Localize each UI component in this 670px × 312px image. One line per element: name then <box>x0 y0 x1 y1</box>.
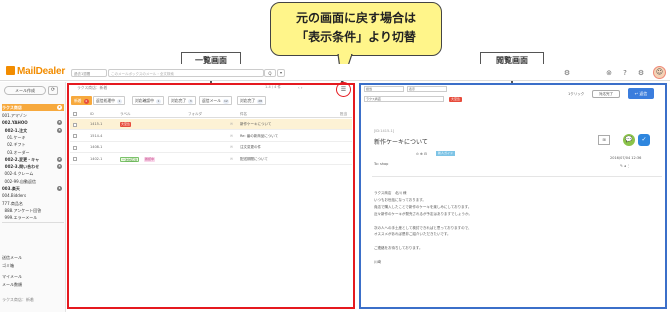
compose-label: メール作成 <box>15 88 35 93</box>
sidebar-item-label: 001.アマゾン <box>2 113 27 118</box>
sidebar-item[interactable]: 002-3.問い合わせ 4 <box>2 163 64 170</box>
sidebar-item-label: 002.YAHOO <box>2 120 28 126</box>
sidebar-item[interactable]: 002-2.変更・キャ 2 <box>2 156 64 163</box>
sidebar-item-mymail[interactable]: マイメール <box>2 273 64 280</box>
sidebar-item[interactable]: 02.ギフト <box>2 141 64 148</box>
sidebar-item[interactable]: 002-99.自動返信 <box>2 178 64 185</box>
sidebar-item[interactable]: 002-1.注文 3 <box>2 127 64 134</box>
logo-mark-icon <box>6 66 15 75</box>
sidebar-item-label: 004.Bidders <box>2 193 27 199</box>
sidebar-item-trash[interactable]: ゴミ箱 <box>2 262 64 269</box>
sidebar-item-count[interactable]: メール数順 <box>2 281 64 288</box>
sidebar-badge: 4 <box>57 164 62 170</box>
search-period-select[interactable]: 過去1週間 <box>71 69 107 77</box>
sidebar-item[interactable]: 003.楽天 1 <box>2 185 64 192</box>
sidebar-item-label: 003.楽天 <box>2 186 20 191</box>
logo: MailDealer <box>6 66 65 79</box>
sidebar-item-label: 03.オーダー <box>2 149 30 155</box>
sidebar-badge: 2 <box>57 156 62 162</box>
sidebar-badge: 3 <box>57 127 62 133</box>
sidebar-item[interactable]: 004.Bidders <box>2 192 64 199</box>
sidebar-item-label: 01.ケーキ <box>2 134 26 140</box>
sidebar-item[interactable]: 888.アンケート回答 <box>2 207 64 214</box>
sidebar-badge: 4 <box>57 120 62 126</box>
sidebar-item-label: 002-3.問い合わせ <box>2 164 40 170</box>
avatar[interactable]: ☺ <box>653 66 666 79</box>
sidebar-divider <box>2 222 64 223</box>
gear-icon[interactable]: ⚙ <box>636 68 646 78</box>
sidebar-item[interactable]: 777.商品名 <box>2 200 64 207</box>
sidebar-item-label: 777.商品名 <box>2 200 23 206</box>
search-options-icon[interactable]: ▾ <box>277 69 285 77</box>
search-button[interactable]: Q <box>264 69 276 77</box>
settings-icon[interactable]: ⊚ <box>604 68 614 78</box>
callout-line-1: 元の画面に戻す場合は <box>295 11 416 25</box>
sidebar-item-label: 002-2.変更・キャ <box>2 156 40 162</box>
sidebar-item-label: 002-99.自動返信 <box>2 178 36 184</box>
view-screen-frame <box>359 83 667 309</box>
sidebar-item[interactable]: 999.エラーメール <box>2 214 64 221</box>
sidebar-item-label: 888.アンケート回答 <box>2 207 42 213</box>
sidebar-badge: 1 <box>57 186 62 191</box>
sidebar-badge: 2 <box>57 105 62 110</box>
sidebar-footer: ラクス商店：新着 <box>2 297 34 302</box>
sidebar-item-label: 002-4.クレーム <box>2 171 34 177</box>
sidebar-item[interactable]: 03.オーダー <box>2 149 64 156</box>
sidebar-item-label: 002-1.注文 <box>2 127 28 133</box>
help-icon[interactable]: ? <box>620 68 630 78</box>
display-settings-highlight <box>336 82 351 97</box>
logo-text: MailDealer <box>17 66 66 77</box>
sidebar-item-sent[interactable]: 送信メール <box>2 254 64 261</box>
list-screen-frame <box>67 83 355 309</box>
sidebar-item[interactable]: 01.ケーキ <box>2 134 64 141</box>
search-icon: Q <box>268 71 272 76</box>
sidebar-item-label: ラクス商店 <box>2 105 22 110</box>
sidebar-item[interactable]: 002-4.クレーム <box>2 170 64 177</box>
refresh-icon[interactable]: ⟳ <box>48 86 58 95</box>
sidebar-item-label: 999.エラーメール <box>2 215 38 221</box>
callout-line-2: 「表示条件」より切替 <box>296 30 416 44</box>
user-settings-icon[interactable]: ⚙ <box>562 68 572 78</box>
sidebar-item-label: 02.ギフト <box>2 142 26 148</box>
compose-button[interactable]: メール作成 <box>4 86 46 95</box>
search-input[interactable]: このメールボックスのメール・全文検索 <box>108 69 264 77</box>
sidebar-item[interactable]: 002.YAHOO 4 <box>2 119 64 126</box>
sidebar-item-root[interactable]: ラクス商店 2 <box>2 104 64 112</box>
sidebar-item[interactable]: 001.アマゾン <box>2 112 64 119</box>
